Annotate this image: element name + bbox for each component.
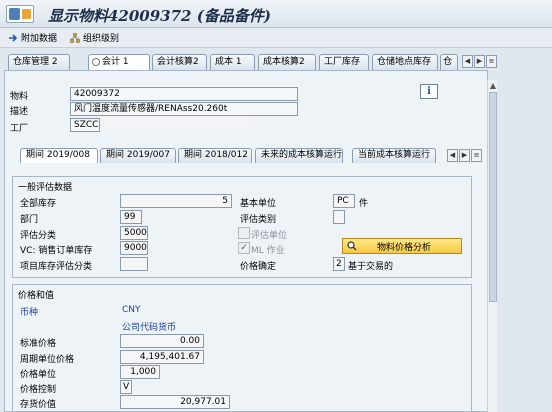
subtab-label: 当前成本核算运行 — [358, 150, 431, 160]
tab-plant-stock[interactable]: 工厂库存 — [319, 54, 369, 70]
subtab-period-2019-008[interactable]: 期间 2019/008 — [20, 148, 98, 163]
tab-costing-1[interactable]: 成本 1 — [210, 54, 255, 70]
subtab-period-2018-012[interactable]: 期间 2018/012 — [178, 148, 252, 163]
project-stock-label: 项目库存评估分类 — [20, 262, 93, 272]
subtab-future-costing[interactable]: 未来的成本核算运行 — [255, 148, 343, 163]
price-unit-label: 价格单位 — [20, 370, 57, 380]
tab-label: 仓储地点库存 — [377, 57, 432, 67]
base-unit-label: 基本单位 — [240, 199, 277, 209]
price-control-field[interactable]: V — [120, 380, 132, 394]
subtab-scroll-right-icon[interactable]: ▶ — [459, 149, 470, 162]
plant-name-redacted — [104, 118, 254, 132]
vc-sales-order-label: VC: 销售订单库存 — [20, 246, 93, 256]
tab-label: 成本核算2 — [263, 57, 305, 67]
material-price-analysis-label: 物料价格分析 — [377, 242, 432, 253]
tab-scroll-right-icon[interactable]: ▶ — [474, 55, 485, 68]
price-determination-field[interactable]: 2 — [333, 257, 345, 271]
prices-values-title: 价格和值 — [18, 291, 55, 301]
base-unit-field[interactable]: PC — [333, 194, 355, 208]
ml-active-checkbox[interactable]: ✓ — [238, 242, 250, 254]
subtab-period-2019-007[interactable]: 期间 2019/007 — [100, 148, 176, 163]
currency-label: 币种 — [20, 308, 39, 318]
scroll-up-icon[interactable]: ▲ — [488, 82, 498, 90]
subtab-label: 期间 2018/012 — [184, 150, 248, 160]
stock-value-field[interactable]: 20,977.01 — [120, 395, 230, 409]
tab-accounting-2[interactable]: 会计核算2 — [152, 54, 207, 70]
company-code-currency: 公司代码货币 — [122, 323, 177, 333]
vc-sales-order-field[interactable]: 9000 — [120, 241, 148, 255]
periodic-unit-price-field[interactable]: 4,195,401.67 — [120, 350, 204, 364]
tab-label: 成本 1 — [215, 57, 242, 67]
info-icon: i — [427, 86, 431, 97]
tab-list-icon[interactable]: ≡ — [486, 55, 497, 68]
tab-storage-location-stock[interactable]: 仓储地点库存 — [372, 54, 438, 70]
standard-price-label: 标准价格 — [20, 339, 57, 349]
subtab-label: 未来的成本核算运行 — [261, 150, 343, 160]
tab-label: 会计 1 — [102, 57, 129, 67]
hierarchy-icon — [70, 32, 80, 43]
ml-active-label: ML 作业 — [251, 246, 285, 256]
tab-label: 工厂库存 — [324, 57, 361, 67]
project-stock-field[interactable] — [120, 257, 148, 271]
plant-field[interactable]: SZCC — [70, 118, 100, 132]
target-icon — [92, 57, 100, 66]
tab-label: 仓库管理 2 — [13, 57, 58, 67]
division-label: 部门 — [20, 215, 39, 225]
price-determination-label: 价格确定 — [240, 262, 277, 272]
valuated-unit-checkbox[interactable] — [238, 227, 250, 239]
subtab-label: 期间 2019/008 — [26, 150, 90, 160]
subtab-list-icon[interactable]: ≡ — [471, 149, 482, 162]
valuation-category-field[interactable] — [333, 210, 345, 224]
tab-warehouse-mgmt-2[interactable]: 仓库管理 2 — [8, 54, 70, 70]
additional-data-label: 附加数据 — [21, 34, 58, 44]
price-control-label: 价格控制 — [20, 385, 57, 395]
tab-scroll-left-icon[interactable]: ◀ — [462, 55, 473, 68]
price-unit-field[interactable]: 1,000 — [120, 365, 160, 379]
total-stock-field[interactable]: 5 — [120, 194, 232, 208]
material-field[interactable]: 42009372 — [70, 87, 298, 101]
stock-value-label: 存货价值 — [20, 400, 57, 410]
prices-values-group — [12, 284, 472, 412]
tab-more[interactable]: 仓 — [440, 54, 458, 70]
valuated-unit-label: 评估单位 — [251, 231, 288, 241]
description-field[interactable]: 风门温度流量传感器/RENAss20.260t — [70, 102, 298, 116]
tab-accounting-1[interactable]: 会计 1 — [88, 54, 150, 71]
arrow-right-icon — [9, 33, 18, 42]
general-valuation-title: 一般评估数据 — [18, 183, 73, 193]
valuation-category-label: 评估类别 — [240, 215, 277, 225]
standard-price-field[interactable]: 0.00 — [120, 334, 204, 348]
valuation-class-label: 评估分类 — [20, 231, 57, 241]
plant-label: 工厂 — [10, 124, 29, 134]
tab-label: 会计核算2 — [157, 57, 199, 67]
division-field[interactable]: 99 — [120, 210, 142, 224]
window-menu-icon[interactable] — [6, 5, 34, 23]
description-label: 描述 — [10, 107, 29, 117]
subtab-scroll-left-icon[interactable]: ◀ — [447, 149, 458, 162]
vertical-scrollbar[interactable]: ▲ — [487, 80, 497, 412]
window-title: 显示物料42009372 (备品备件) — [48, 7, 271, 25]
periodic-unit-price-label: 周期单位价格 — [20, 355, 75, 365]
material-price-analysis-button[interactable]: 物料价格分析 — [342, 238, 462, 254]
subtab-label: 期间 2019/007 — [106, 150, 170, 160]
price-determination-text: 基于交易的 — [348, 262, 394, 272]
material-label: 物料 — [10, 92, 29, 102]
base-unit-text: 件 — [359, 199, 369, 209]
scroll-thumb[interactable] — [489, 92, 497, 302]
tab-label: 仓 — [443, 57, 453, 67]
info-button[interactable]: i — [420, 84, 438, 99]
additional-data-button[interactable]: 附加数据 — [8, 30, 57, 45]
search-icon — [347, 241, 357, 251]
subtab-current-costing[interactable]: 当前成本核算运行 — [352, 148, 436, 163]
valuation-class-field[interactable]: 5000 — [120, 226, 148, 240]
total-stock-label: 全部库存 — [20, 199, 57, 209]
currency-value: CNY — [122, 305, 141, 315]
main-tab-strip: 仓库管理 2 会计 1 会计核算2 成本 1 成本核算2 工厂库存 仓储地点库存… — [8, 54, 503, 71]
tab-costing-2[interactable]: 成本核算2 — [258, 54, 316, 70]
org-levels-label: 组织级别 — [83, 34, 120, 44]
org-levels-button[interactable]: 组织级别 — [70, 30, 119, 45]
